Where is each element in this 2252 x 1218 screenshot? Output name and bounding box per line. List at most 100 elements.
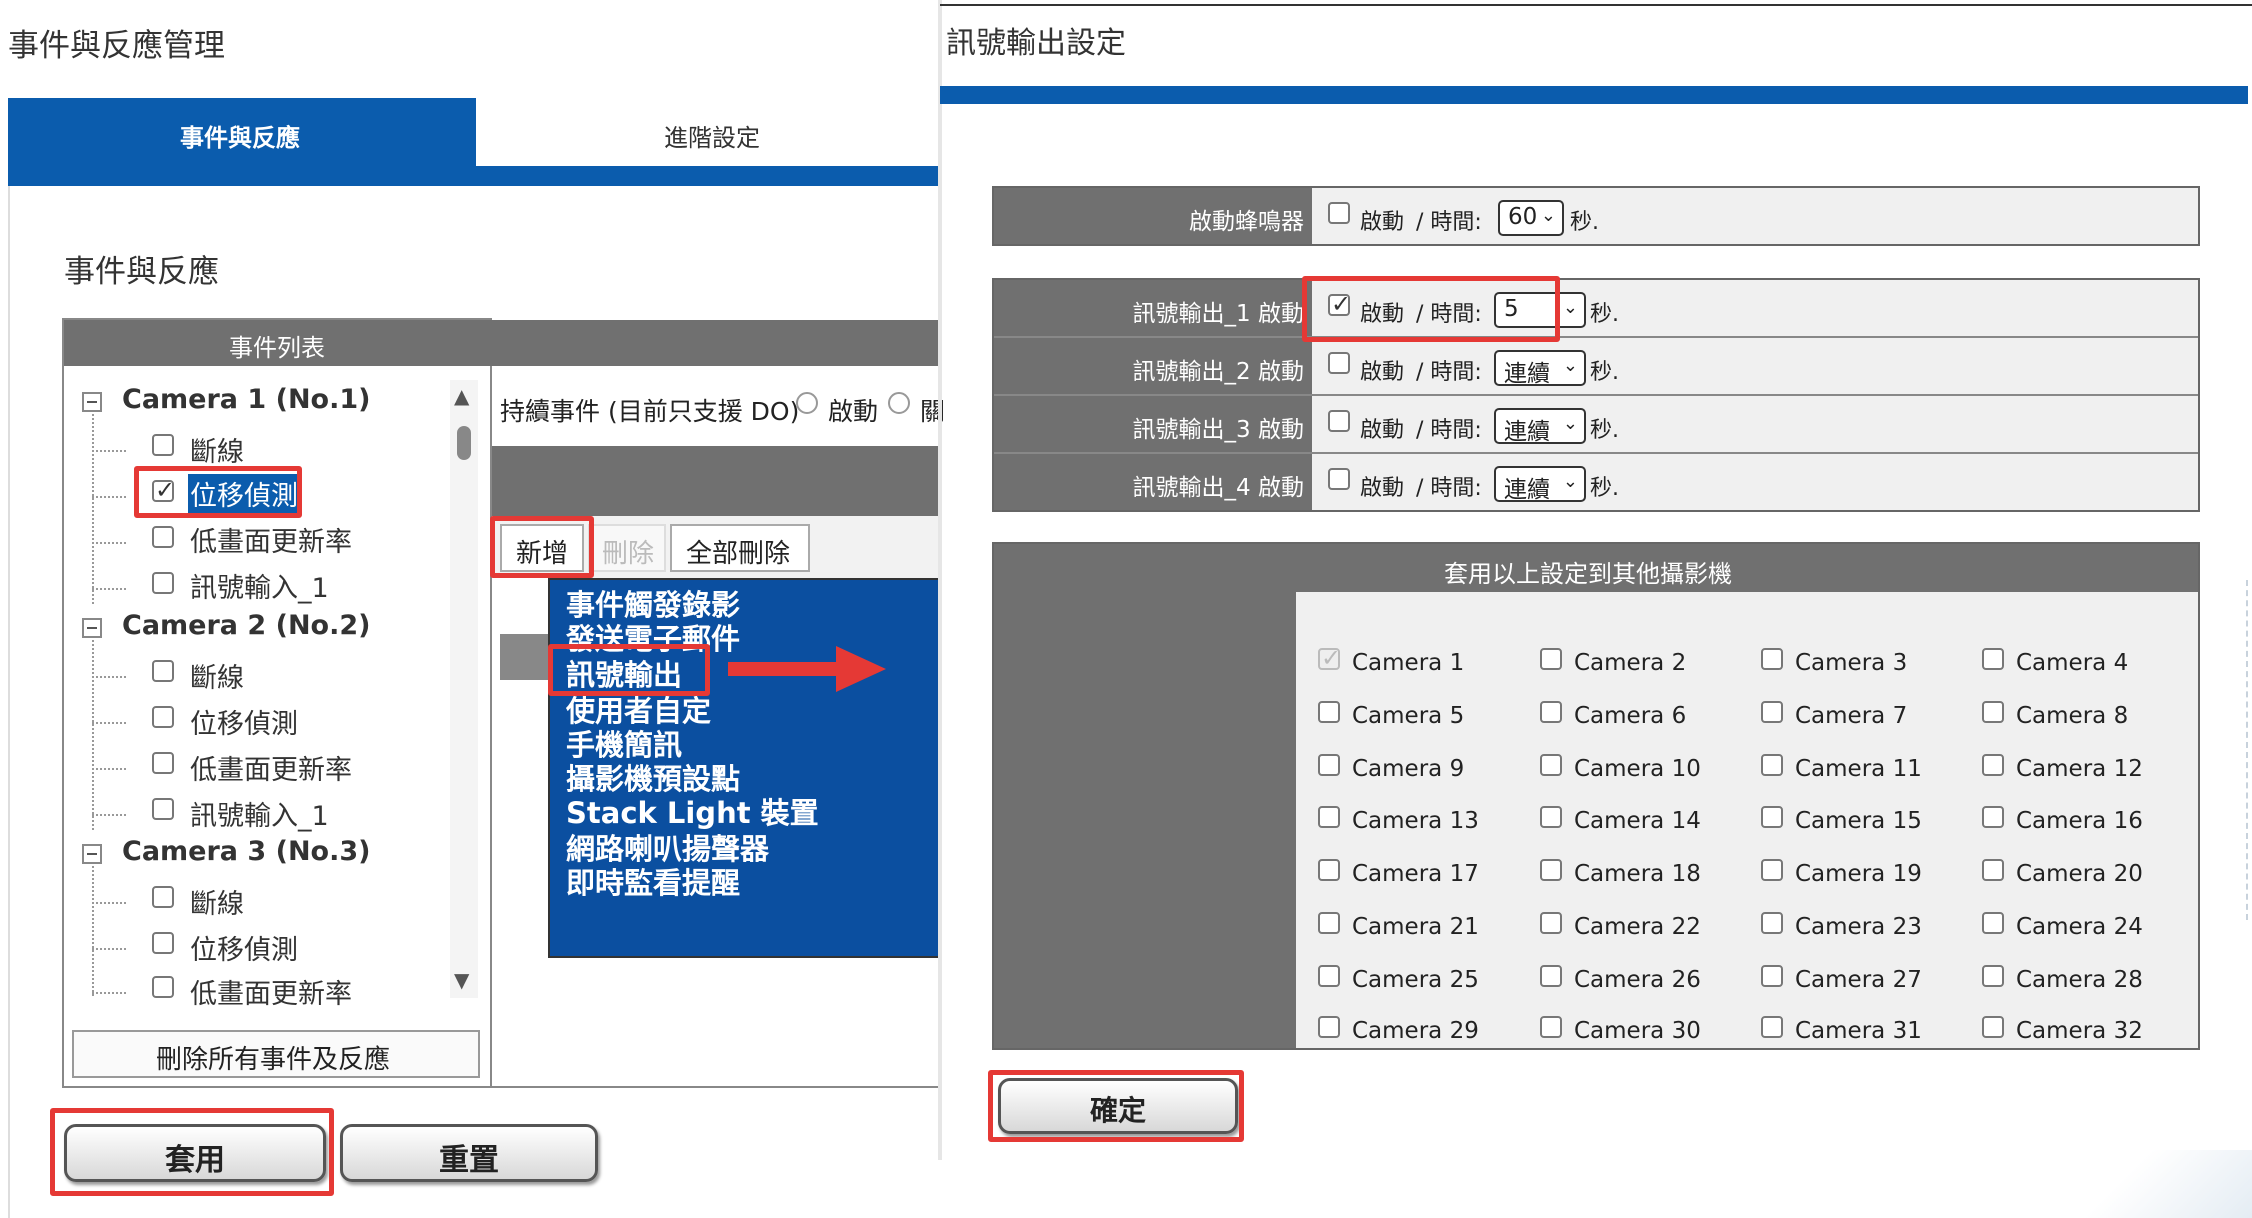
camera-checkbox[interactable] — [1540, 701, 1562, 723]
tree-item[interactable]: 訊號輸入_1 — [190, 566, 329, 605]
radio-disable[interactable] — [888, 392, 910, 414]
tree-line — [92, 722, 126, 724]
reset-button[interactable]: 重置 — [340, 1124, 598, 1182]
camera-checkbox[interactable] — [1318, 701, 1340, 723]
delete-all-events-button[interactable]: 刪除所有事件及反應 — [72, 1030, 480, 1078]
tree-camera-3[interactable]: Camera 3 (No.3) — [122, 836, 370, 867]
camera-checkbox[interactable] — [1318, 965, 1340, 987]
camera-label: Camera 30 — [1574, 1018, 1701, 1044]
camera-checkbox[interactable] — [1318, 912, 1340, 934]
tree-item[interactable]: 低畫面更新率 — [190, 748, 352, 787]
tree-line — [92, 902, 126, 904]
checkbox[interactable] — [152, 932, 174, 954]
tree-item[interactable]: 位移偵測 — [190, 702, 298, 741]
checkbox[interactable] — [152, 660, 174, 682]
checkbox[interactable] — [152, 434, 174, 456]
tab-events[interactable]: 事件與反應 — [8, 98, 476, 186]
checkbox[interactable] — [152, 798, 174, 820]
camera-checkbox[interactable] — [1761, 965, 1783, 987]
camera-checkbox[interactable] — [1982, 648, 2004, 670]
camera-checkbox[interactable] — [1761, 1016, 1783, 1038]
tree-camera-1[interactable]: Camera 1 (No.1) — [122, 384, 370, 415]
tree-line — [92, 542, 126, 544]
highlight-box — [1302, 276, 1560, 342]
tree-item[interactable]: 訊號輸入_1 — [190, 794, 329, 833]
output-3-label-cell: 訊號輸出_3 啟動 — [994, 396, 1312, 452]
camera-label: Camera 11 — [1795, 756, 1922, 782]
camera-checkbox[interactable] — [1540, 912, 1562, 934]
scroll-up-icon[interactable]: ▲ — [454, 384, 469, 408]
tree-camera-2[interactable]: Camera 2 (No.2) — [122, 610, 370, 641]
camera-label: Camera 16 — [2016, 808, 2143, 834]
collapse-icon[interactable] — [82, 618, 102, 638]
buzzer-time-select[interactable]: 60 ⌄ — [1498, 200, 1564, 236]
scroll-down-icon[interactable]: ▼ — [454, 968, 469, 992]
output-2-checkbox[interactable] — [1328, 352, 1350, 374]
tree-item[interactable]: 位移偵測 — [190, 928, 298, 967]
buzzer-checkbox[interactable] — [1328, 202, 1350, 224]
camera-checkbox[interactable] — [1318, 859, 1340, 881]
camera-checkbox[interactable] — [1540, 754, 1562, 776]
camera-grid: Camera 1 Camera 2 Camera 3 Camera 4 Came… — [1296, 592, 2198, 1048]
camera-label: Camera 29 — [1352, 1018, 1479, 1044]
tree-item[interactable]: 低畫面更新率 — [190, 520, 352, 559]
output-2-time-select[interactable]: 連續 ⌄ — [1494, 350, 1586, 387]
checkbox[interactable] — [152, 886, 174, 908]
apply-left-column — [994, 592, 1296, 1048]
tree-line — [92, 676, 126, 678]
camera-checkbox[interactable] — [1318, 754, 1340, 776]
tab-events-label: 事件與反應 — [180, 124, 300, 152]
tree-item[interactable]: 斷線 — [190, 882, 244, 921]
tree-line — [92, 814, 126, 816]
output-4-checkbox[interactable] — [1328, 468, 1350, 490]
camera-checkbox[interactable] — [1318, 1016, 1340, 1038]
camera-checkbox[interactable] — [1982, 701, 2004, 723]
camera-checkbox[interactable] — [1318, 806, 1340, 828]
camera-checkbox[interactable] — [1761, 859, 1783, 881]
checkbox[interactable] — [152, 752, 174, 774]
delete-all-button[interactable]: 全部刪除 — [670, 524, 810, 572]
camera-checkbox[interactable] — [1761, 701, 1783, 723]
camera-checkbox[interactable] — [1982, 859, 2004, 881]
tree-scrollbar[interactable]: ▲ ▼ — [450, 380, 478, 998]
checkbox[interactable] — [152, 706, 174, 728]
checkbox[interactable] — [152, 572, 174, 594]
camera-checkbox[interactable] — [1761, 912, 1783, 934]
camera-checkbox[interactable] — [1540, 648, 1562, 670]
tab-advanced[interactable]: 進階設定 — [478, 98, 940, 166]
tree-item[interactable]: 斷線 — [190, 430, 244, 469]
reset-button-label: 重置 — [439, 1143, 499, 1178]
camera-checkbox[interactable] — [1982, 912, 2004, 934]
output-4-time-select[interactable]: 連續 ⌄ — [1494, 466, 1586, 503]
camera-checkbox[interactable] — [1761, 806, 1783, 828]
output-3-time-select[interactable]: 連續 ⌄ — [1494, 408, 1586, 445]
camera-checkbox[interactable] — [1540, 806, 1562, 828]
action-item[interactable]: 即時監看提醒 — [566, 860, 740, 902]
collapse-icon[interactable] — [82, 392, 102, 412]
checkbox[interactable] — [152, 976, 174, 998]
camera-checkbox[interactable] — [1318, 644, 1341, 672]
output-2-label-cell: 訊號輸出_2 啟動 — [994, 338, 1312, 394]
scrollbar-thumb[interactable] — [457, 426, 471, 460]
tree-item[interactable]: 斷線 — [190, 656, 244, 695]
chevron-down-icon: ⌄ — [1562, 413, 1578, 434]
camera-checkbox[interactable] — [1761, 754, 1783, 776]
camera-checkbox[interactable] — [1982, 754, 2004, 776]
camera-checkbox[interactable] — [1982, 1016, 2004, 1038]
camera-checkbox[interactable] — [1540, 859, 1562, 881]
camera-checkbox[interactable] — [1540, 965, 1562, 987]
tree-item[interactable]: 低畫面更新率 — [190, 972, 352, 1011]
camera-checkbox[interactable] — [1982, 806, 2004, 828]
buzzer-label: 啟動蜂鳴器 — [1189, 209, 1304, 235]
enable-text: 啟動 — [1360, 476, 1405, 501]
collapse-icon[interactable] — [82, 844, 102, 864]
actions-header — [492, 446, 940, 516]
checkbox[interactable] — [152, 526, 174, 548]
camera-checkbox[interactable] — [1761, 648, 1783, 670]
radio-enable[interactable] — [796, 392, 818, 414]
delete-button[interactable]: 刪除 — [588, 524, 666, 572]
camera-label: Camera 27 — [1795, 967, 1922, 993]
camera-checkbox[interactable] — [1982, 965, 2004, 987]
output-3-checkbox[interactable] — [1328, 410, 1350, 432]
camera-checkbox[interactable] — [1540, 1016, 1562, 1038]
